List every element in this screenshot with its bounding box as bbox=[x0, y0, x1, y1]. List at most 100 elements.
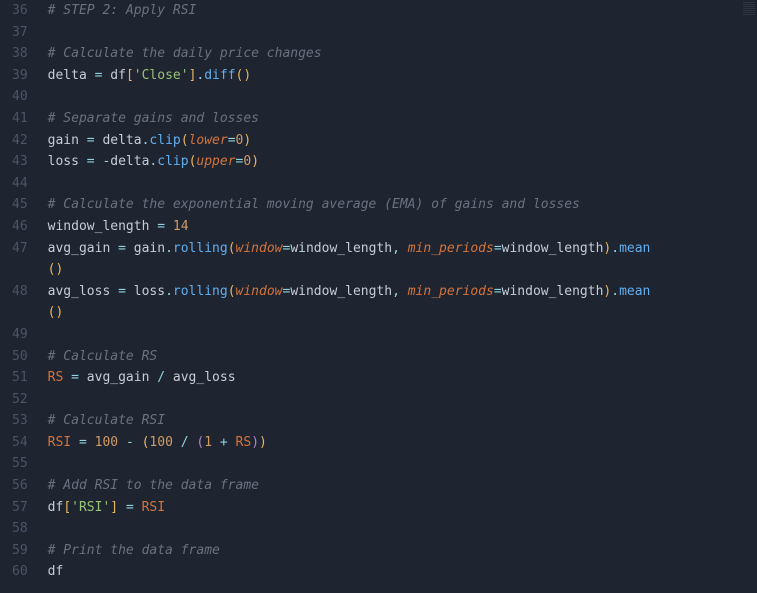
code-line[interactable]: df['RSI'] = RSI bbox=[48, 497, 757, 519]
code-line[interactable]: # Separate gains and losses bbox=[48, 108, 757, 130]
token-eq: = bbox=[87, 154, 95, 169]
token-func: clip bbox=[157, 154, 188, 169]
token-eq: = bbox=[79, 435, 87, 450]
token-eq: = bbox=[157, 219, 165, 234]
line-number: 58 bbox=[12, 518, 28, 540]
code-line[interactable] bbox=[48, 389, 757, 411]
line-number: 56 bbox=[12, 475, 28, 497]
token-paren2: ) bbox=[251, 435, 259, 450]
line-number: 40 bbox=[12, 86, 28, 108]
token-op: - bbox=[126, 435, 134, 450]
token-ident: gain bbox=[134, 241, 165, 256]
code-line[interactable]: # Calculate the daily price changes bbox=[48, 43, 757, 65]
code-line[interactable]: df bbox=[48, 561, 757, 583]
code-line[interactable]: () bbox=[48, 259, 757, 281]
token-eq: = bbox=[494, 241, 502, 256]
token-sp bbox=[400, 284, 408, 299]
token-const: RS bbox=[236, 435, 252, 450]
token-ident: window_length bbox=[502, 284, 604, 299]
token-eq: = bbox=[118, 284, 126, 299]
token-sp bbox=[87, 68, 95, 83]
line-number: 52 bbox=[12, 389, 28, 411]
token-num: 14 bbox=[173, 219, 189, 234]
token-comment: # Calculate the exponential moving avera… bbox=[48, 197, 580, 212]
line-number: 48 bbox=[12, 281, 28, 303]
code-line[interactable]: # Print the data frame bbox=[48, 540, 757, 562]
token-eq: = bbox=[118, 241, 126, 256]
token-sp bbox=[165, 370, 173, 385]
token-comment: # Calculate RS bbox=[48, 349, 158, 364]
token-sp bbox=[400, 241, 408, 256]
code-line[interactable]: # Calculate the exponential moving avera… bbox=[48, 194, 757, 216]
token-sp bbox=[110, 241, 118, 256]
token-num: 1 bbox=[204, 435, 212, 450]
token-const: RSI bbox=[142, 500, 165, 515]
line-number: 37 bbox=[12, 22, 28, 44]
token-func: rolling bbox=[173, 241, 228, 256]
token-ident: df bbox=[48, 500, 64, 515]
code-line[interactable]: # Calculate RS bbox=[48, 346, 757, 368]
line-number: 55 bbox=[12, 453, 28, 475]
code-editor[interactable]: 3637383940414243444546474849505152535455… bbox=[0, 0, 757, 593]
token-ident: df bbox=[110, 68, 126, 83]
code-line[interactable] bbox=[48, 173, 757, 195]
token-sp bbox=[63, 370, 71, 385]
code-line[interactable]: # Add RSI to the data frame bbox=[48, 475, 757, 497]
token-param: window bbox=[236, 241, 283, 256]
line-number: 47 bbox=[12, 238, 28, 260]
token-op: . bbox=[611, 241, 619, 256]
token-op: + bbox=[220, 435, 228, 450]
minimap-icon bbox=[743, 2, 755, 16]
line-number: 50 bbox=[12, 346, 28, 368]
code-line[interactable] bbox=[48, 86, 757, 108]
token-comment: # Separate gains and losses bbox=[48, 111, 259, 126]
token-op: . bbox=[165, 241, 173, 256]
code-line[interactable]: loss = -delta.clip(upper=0) bbox=[48, 151, 757, 173]
token-op: , bbox=[392, 241, 400, 256]
line-number: 49 bbox=[12, 324, 28, 346]
code-line[interactable] bbox=[48, 453, 757, 475]
code-line[interactable]: delta = df['Close'].diff() bbox=[48, 65, 757, 87]
token-func: rolling bbox=[173, 284, 228, 299]
code-line[interactable]: RS = avg_gain / avg_loss bbox=[48, 367, 757, 389]
token-paren: ) bbox=[243, 68, 251, 83]
code-line[interactable]: # STEP 2: Apply RSI bbox=[48, 0, 757, 22]
code-line[interactable]: # Calculate RSI bbox=[48, 410, 757, 432]
token-op: . bbox=[611, 284, 619, 299]
token-eq: = bbox=[71, 370, 79, 385]
code-line[interactable] bbox=[48, 518, 757, 540]
code-area[interactable]: # STEP 2: Apply RSI # Calculate the daily… bbox=[36, 0, 757, 593]
token-sp bbox=[228, 435, 236, 450]
token-eq: = bbox=[87, 133, 95, 148]
line-number: 57 bbox=[12, 497, 28, 519]
token-func: mean bbox=[619, 241, 650, 256]
code-line[interactable] bbox=[48, 324, 757, 346]
token-bracket: ] bbox=[110, 500, 118, 515]
token-ident: gain bbox=[48, 133, 79, 148]
token-sp bbox=[126, 241, 134, 256]
token-ident: avg_loss bbox=[48, 284, 111, 299]
code-line[interactable]: avg_loss = loss.rolling(window=window_le… bbox=[48, 281, 757, 303]
token-sp bbox=[212, 435, 220, 450]
code-line[interactable]: window_length = 14 bbox=[48, 216, 757, 238]
code-line[interactable]: RSI = 100 - (100 / (1 + RS)) bbox=[48, 432, 757, 454]
code-line[interactable]: gain = delta.clip(lower=0) bbox=[48, 130, 757, 152]
token-comment: # Calculate the daily price changes bbox=[48, 46, 322, 61]
code-line[interactable]: () bbox=[48, 302, 757, 324]
token-const: RSI bbox=[48, 435, 71, 450]
line-number: 43 bbox=[12, 151, 28, 173]
code-line[interactable]: avg_gain = gain.rolling(window=window_le… bbox=[48, 238, 757, 260]
token-comment: # Print the data frame bbox=[48, 543, 220, 558]
token-comment: # Add RSI to the data frame bbox=[48, 478, 259, 493]
token-ident: avg_gain bbox=[87, 370, 150, 385]
token-ident: delta bbox=[110, 154, 149, 169]
code-line[interactable] bbox=[48, 22, 757, 44]
token-paren: ( bbox=[181, 133, 189, 148]
token-ident: delta bbox=[48, 68, 87, 83]
token-param: window bbox=[236, 284, 283, 299]
line-number bbox=[12, 259, 28, 281]
token-func: diff bbox=[204, 68, 235, 83]
token-ident: window_length bbox=[502, 241, 604, 256]
token-param: min_periods bbox=[408, 241, 494, 256]
token-sp bbox=[79, 133, 87, 148]
